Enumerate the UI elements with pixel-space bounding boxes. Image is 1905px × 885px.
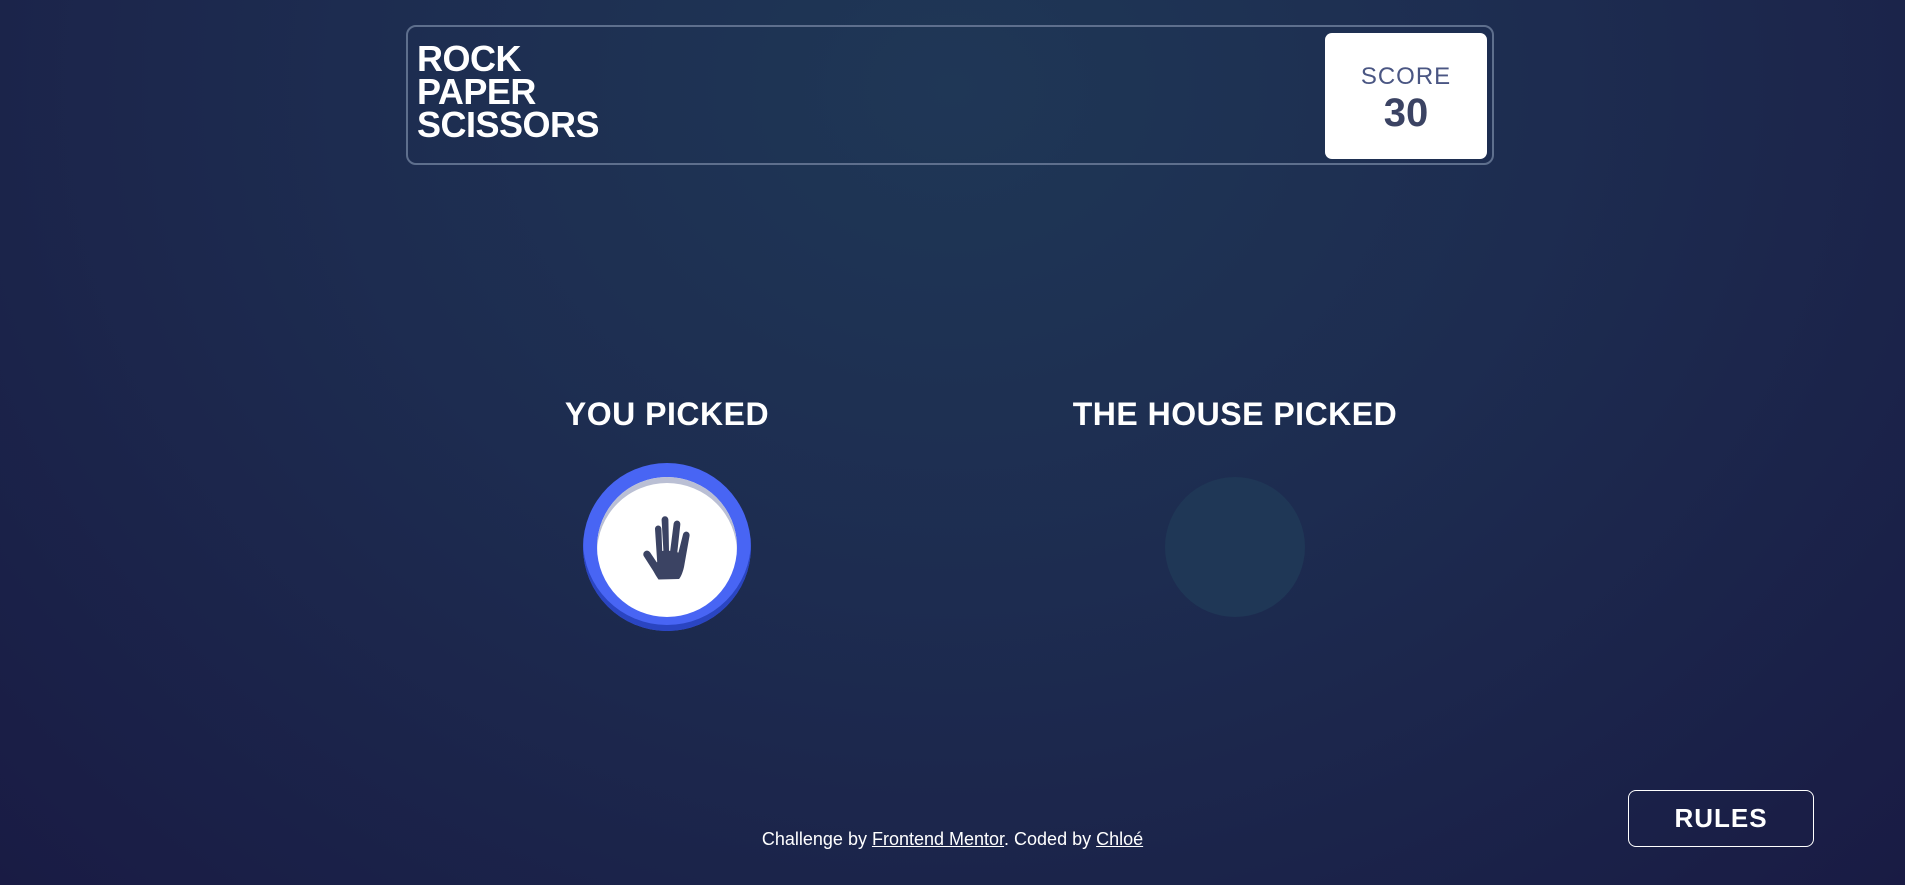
score-label: SCORE xyxy=(1360,63,1452,90)
rules-button[interactable]: RULES xyxy=(1628,790,1814,847)
token-face xyxy=(597,477,737,617)
frontend-mentor-link[interactable]: Frontend Mentor xyxy=(872,829,1004,849)
attribution-footer: Challenge by Frontend Mentor. Coded by C… xyxy=(0,829,1905,850)
score-box: SCORE 30 xyxy=(1325,33,1487,159)
score-value: 30 xyxy=(1383,91,1429,135)
attribution-middle: . Coded by xyxy=(1004,829,1097,849)
title-line-scissors: SCISSORS xyxy=(417,104,600,145)
paper-hand-icon xyxy=(643,516,690,580)
player-paper-token xyxy=(583,463,751,631)
game-title: ROCK PAPER SCISSORS xyxy=(417,41,600,145)
author-link[interactable]: Chloé xyxy=(1096,829,1143,849)
header-bar: ROCK PAPER SCISSORS SCORE 30 xyxy=(406,25,1494,165)
house-picked-label: THE HOUSE PICKED xyxy=(1072,396,1398,432)
house-pick-placeholder xyxy=(1165,477,1305,617)
attribution-prefix: Challenge by xyxy=(761,829,872,849)
you-picked-label: YOU PICKED xyxy=(564,396,770,432)
